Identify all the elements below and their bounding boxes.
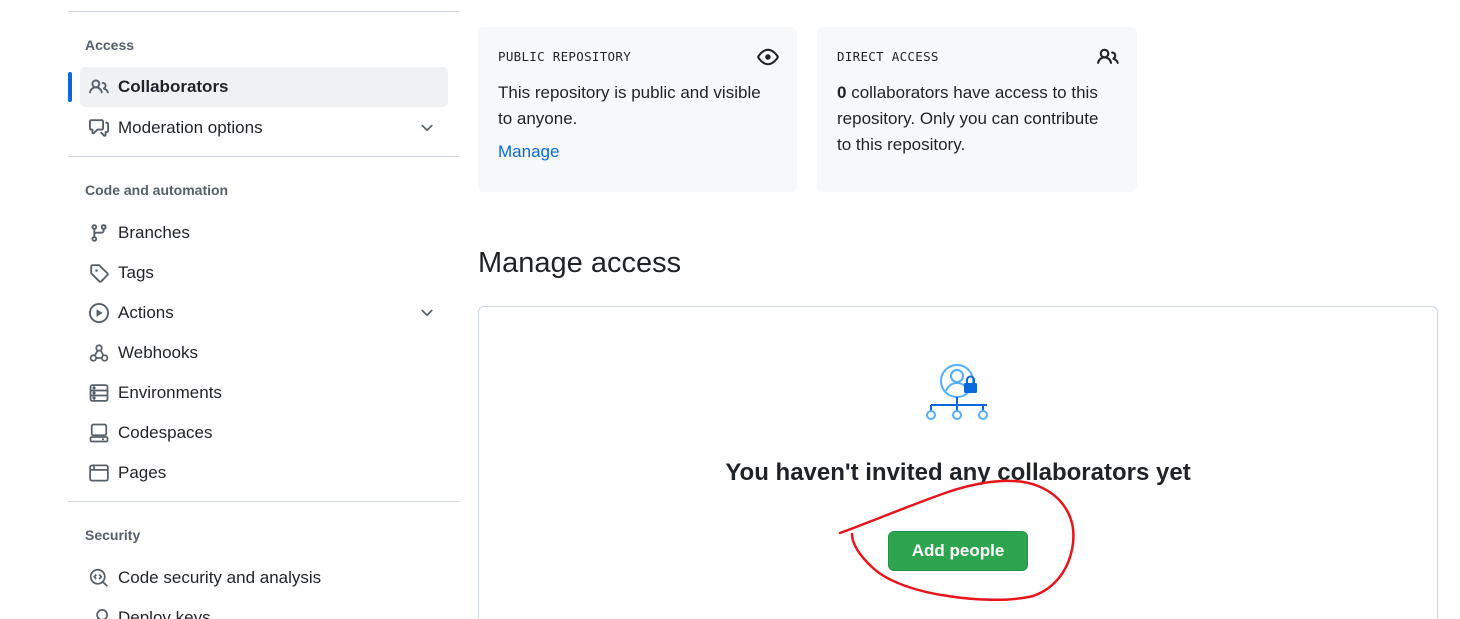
browser-icon	[88, 462, 110, 484]
key-icon	[88, 607, 110, 619]
section-heading-code-automation: Code and automation	[85, 182, 229, 198]
manage-access-box: You haven't invited any collaborators ye…	[478, 306, 1438, 619]
sidebar-divider	[68, 501, 459, 502]
settings-sidebar: Access Collaborators Moderation options …	[68, 0, 459, 619]
manage-visibility-link[interactable]: Manage	[498, 142, 559, 162]
sidebar-item-deploy-keys[interactable]: Deploy keys	[80, 598, 448, 619]
sidebar-item-label: Code security and analysis	[118, 568, 322, 587]
sidebar-item-branches[interactable]: Branches	[80, 213, 448, 253]
sidebar-item-tags[interactable]: Tags	[80, 253, 448, 293]
sidebar-item-label: Webhooks	[118, 343, 199, 362]
card-description: 0 collaborators have access to this repo…	[837, 80, 1117, 158]
codespaces-icon	[88, 422, 110, 444]
section-heading-security: Security	[85, 527, 141, 543]
sidebar-item-label: Pages	[118, 463, 167, 482]
sidebar-item-collaborators[interactable]: Collaborators	[80, 67, 448, 107]
codescan-icon	[88, 567, 110, 589]
sidebar-item-webhooks[interactable]: Webhooks	[80, 333, 448, 373]
page-title: Manage access	[478, 247, 682, 279]
add-people-button[interactable]: Add people	[888, 531, 1028, 571]
sidebar-item-label: Branches	[118, 223, 190, 242]
server-icon	[88, 382, 110, 404]
eye-icon	[757, 48, 779, 66]
sidebar-divider	[68, 156, 459, 157]
empty-state-message: You haven't invited any collaborators ye…	[725, 459, 1191, 486]
git-branch-icon	[88, 222, 110, 244]
chevron-down-icon[interactable]	[418, 119, 436, 137]
sidebar-item-codespaces[interactable]: Codespaces	[80, 413, 448, 453]
sidebar-item-label: Deploy keys	[118, 608, 211, 619]
card-title: PUBLIC REPOSITORY	[498, 49, 632, 64]
direct-access-text: collaborators have access to this reposi…	[837, 83, 1099, 154]
sidebar-item-actions[interactable]: Actions	[80, 293, 448, 333]
sidebar-divider	[68, 11, 459, 12]
card-title: DIRECT ACCESS	[837, 49, 939, 64]
sidebar-item-label: Moderation options	[118, 118, 263, 137]
sidebar-item-label: Actions	[118, 303, 174, 322]
tag-icon	[88, 262, 110, 284]
sidebar-item-environments[interactable]: Environments	[80, 373, 448, 413]
chevron-down-icon[interactable]	[418, 304, 436, 322]
comment-discussion-icon	[88, 117, 110, 139]
people-icon	[1097, 48, 1119, 64]
webhook-icon	[88, 342, 110, 364]
card-description: This repository is public and visible to…	[498, 83, 761, 128]
sidebar-item-pages[interactable]: Pages	[80, 453, 448, 493]
active-indicator	[68, 72, 72, 102]
public-repository-card: PUBLIC REPOSITORY This repository is pub…	[478, 27, 797, 192]
sidebar-item-label: Tags	[118, 263, 154, 282]
sidebar-item-label: Collaborators	[118, 77, 229, 96]
direct-access-card: DIRECT ACCESS 0 collaborators have acces…	[817, 27, 1137, 192]
sidebar-item-moderation-options[interactable]: Moderation options	[80, 108, 448, 148]
play-icon	[88, 302, 110, 324]
sidebar-item-label: Codespaces	[118, 423, 213, 442]
section-heading-access: Access	[85, 37, 135, 53]
people-icon	[88, 76, 110, 98]
person-lock-network-icon	[926, 364, 988, 420]
sidebar-item-code-security[interactable]: Code security and analysis	[80, 558, 448, 598]
sidebar-item-label: Environments	[118, 383, 222, 402]
